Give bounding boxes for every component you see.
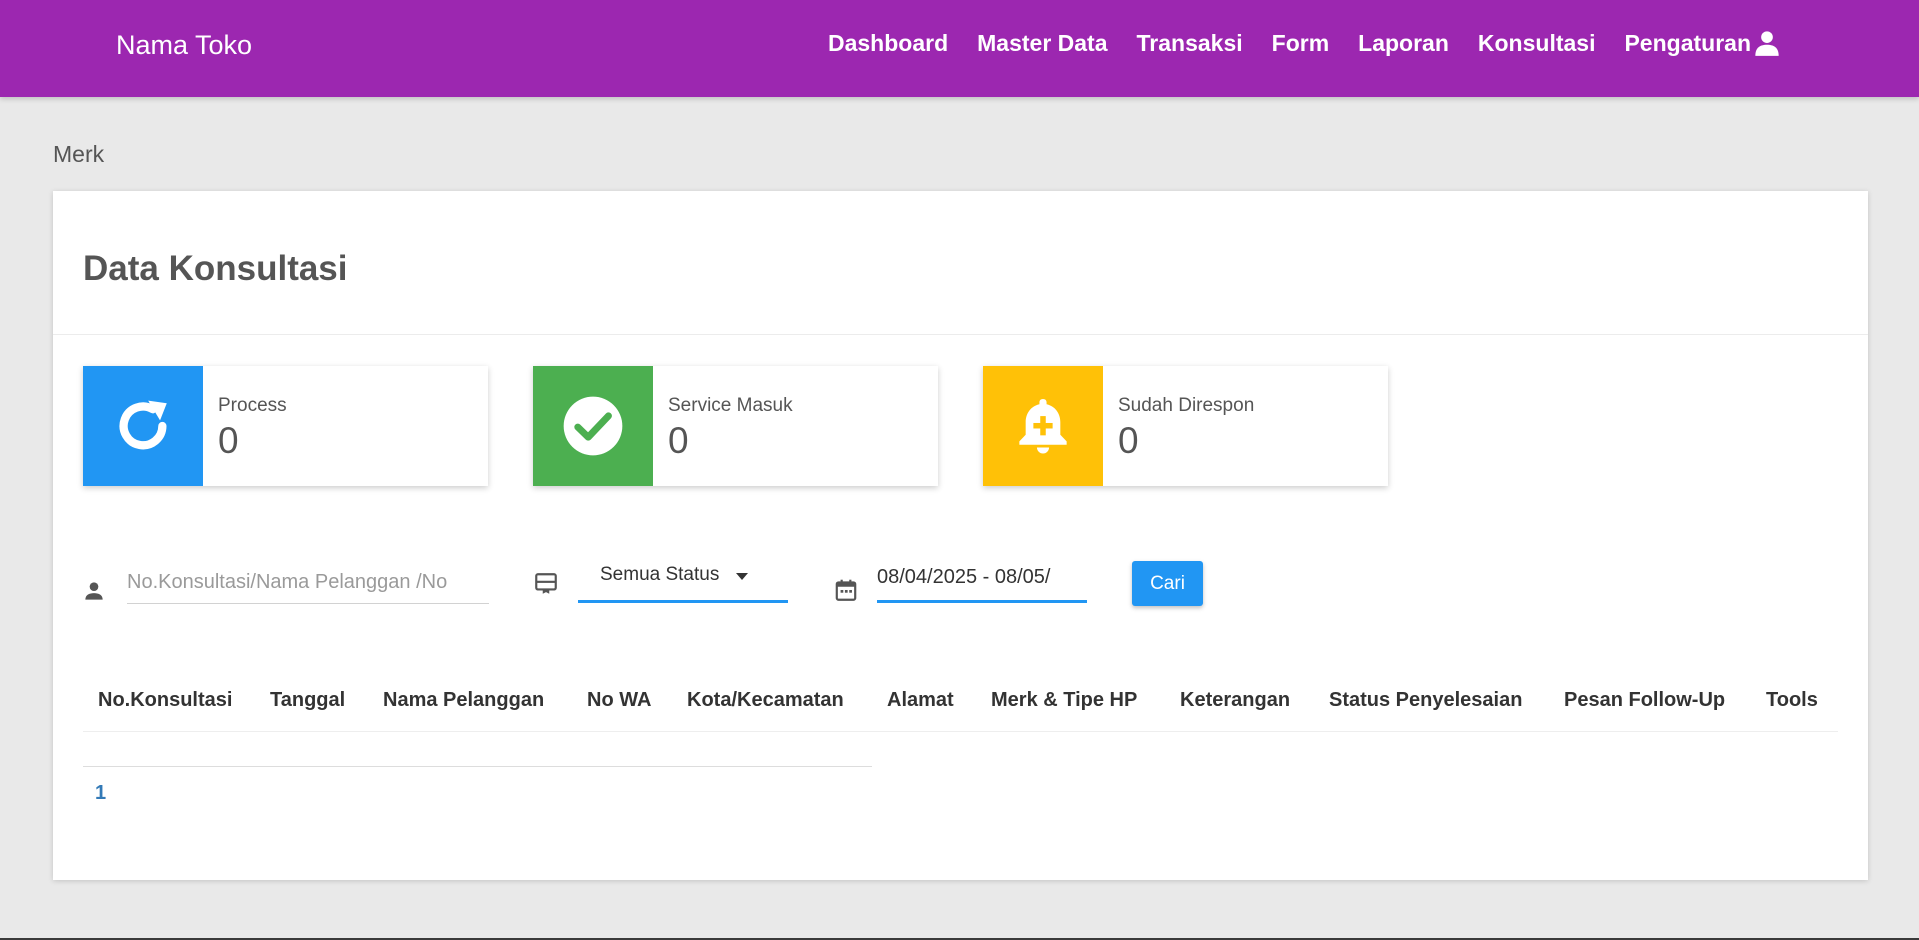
date-range-input[interactable]: [877, 555, 1087, 603]
user-icon[interactable]: [1753, 29, 1781, 57]
pagination-page-1[interactable]: 1: [95, 782, 106, 805]
top-navbar: Nama Toko Dashboard Master Data Transaks…: [0, 0, 1919, 97]
nav-link-konsultasi[interactable]: Konsultasi: [1478, 28, 1596, 58]
bell-plus-icon: [983, 366, 1103, 486]
info-label: Process: [218, 395, 287, 416]
col-merk-tipe-hp[interactable]: Merk & Tipe HP: [991, 689, 1137, 712]
nav-menu: Dashboard Master Data Transaksi Form Lap…: [828, 28, 1751, 58]
col-keterangan[interactable]: Keterangan: [1180, 689, 1290, 712]
col-pesan-follow-up[interactable]: Pesan Follow-Up: [1564, 689, 1725, 712]
page-heading: Merk: [53, 141, 105, 167]
card-title: Data Konsultasi: [83, 249, 348, 288]
col-tools[interactable]: Tools: [1766, 689, 1818, 712]
card-icon: [533, 571, 559, 597]
col-nama-pelanggan[interactable]: Nama Pelanggan: [383, 689, 544, 712]
info-label: Service Masuk: [668, 395, 793, 416]
info-value: 0: [1118, 420, 1139, 461]
info-label: Sudah Direspon: [1118, 395, 1255, 416]
status-select[interactable]: Semua Status: [578, 556, 788, 603]
nav-link-master-data[interactable]: Master Data: [977, 28, 1107, 58]
chevron-down-icon: [736, 573, 748, 580]
status-select-value: Semua Status: [600, 564, 720, 585]
brand-name[interactable]: Nama Toko: [116, 30, 252, 60]
nav-link-laporan[interactable]: Laporan: [1358, 28, 1449, 58]
search-input[interactable]: [127, 561, 489, 604]
info-box-process: Process 0: [83, 366, 488, 486]
nav-link-form[interactable]: Form: [1272, 28, 1330, 58]
calendar-icon: [833, 577, 859, 603]
nav-link-transaksi[interactable]: Transaksi: [1137, 28, 1243, 58]
col-kota-kecamatan[interactable]: Kota/Kecamatan: [687, 689, 844, 712]
card-divider: [53, 334, 1868, 335]
col-no-wa[interactable]: No WA: [587, 689, 651, 712]
main-card: Data Konsultasi Process 0 Service Masuk …: [53, 191, 1868, 880]
col-status-penyelesaian[interactable]: Status Penyelesaian: [1329, 689, 1522, 712]
info-box-sudah-direspon: Sudah Direspon 0: [983, 366, 1388, 486]
search-button[interactable]: Cari: [1132, 561, 1203, 606]
check-circle-icon: [533, 366, 653, 486]
nav-link-dashboard[interactable]: Dashboard: [828, 28, 948, 58]
nav-link-pengaturan[interactable]: Pengaturan: [1624, 28, 1751, 58]
table-footer-divider: [83, 766, 872, 767]
info-box-service-masuk: Service Masuk 0: [533, 366, 938, 486]
info-value: 0: [668, 420, 689, 461]
col-tanggal[interactable]: Tanggal: [270, 689, 345, 712]
col-alamat[interactable]: Alamat: [887, 689, 954, 712]
col-no-konsultasi[interactable]: No.Konsultasi: [98, 689, 232, 712]
info-value: 0: [218, 420, 239, 461]
table-header: No.Konsultasi Tanggal Nama Pelanggan No …: [83, 679, 1838, 732]
person-icon: [81, 578, 107, 604]
refresh-icon: [83, 366, 203, 486]
